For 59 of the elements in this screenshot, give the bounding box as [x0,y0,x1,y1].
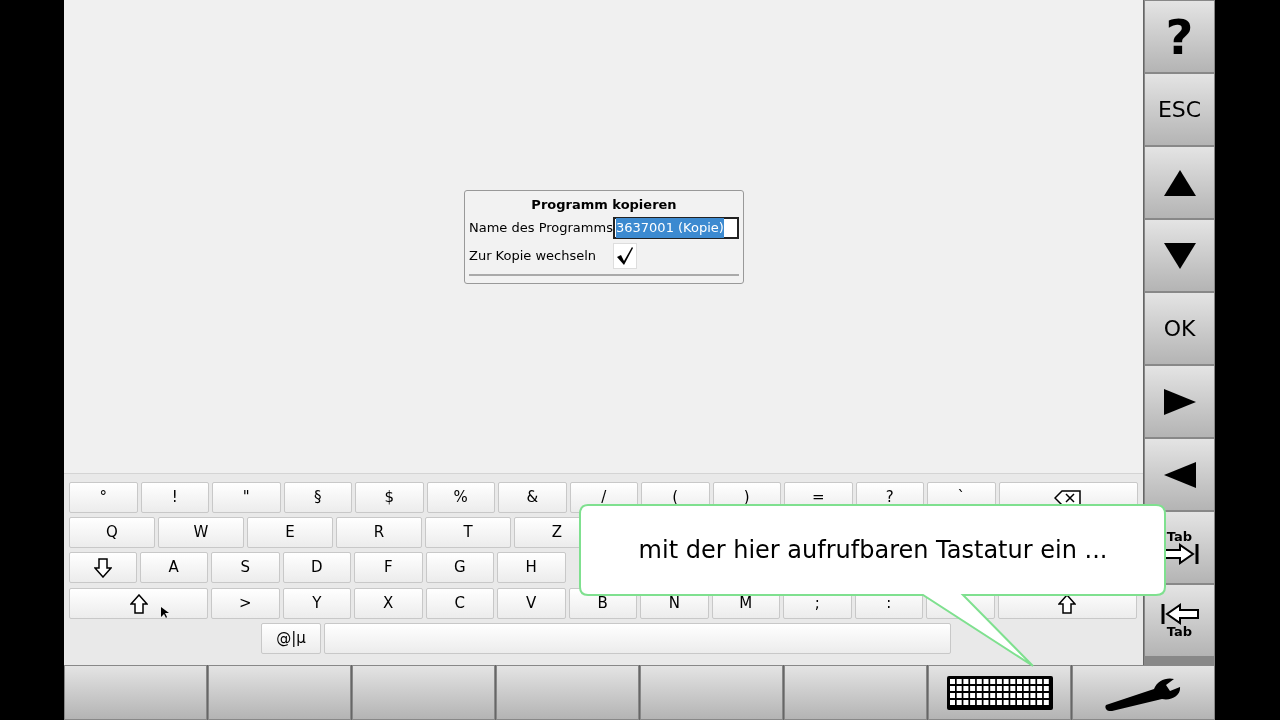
keyboard-icon [945,674,1054,711]
dialog-title: Programm kopieren [530,196,678,214]
keyboard-key[interactable]: D [282,552,351,583]
arrow-button[interactable] [1144,146,1215,219]
keyboard-key[interactable]: S [211,552,280,583]
keyboard-key[interactable]: ° [69,482,138,513]
callout-text: mit der hier aufrufbaren Tastatur ein ... [638,535,1108,566]
function-button[interactable] [352,665,495,720]
function-button[interactable] [496,665,639,720]
arrow-up-icon [129,593,148,614]
mouse-pointer-icon [161,607,169,619]
function-button[interactable] [640,665,783,720]
side-button[interactable]: ESC [1144,73,1215,146]
keyboard-key[interactable]: § [283,482,352,513]
keyboard-key[interactable]: X [354,588,423,619]
side-button[interactable]: ? [1144,0,1215,73]
arrow-button[interactable] [1144,365,1215,438]
caps-key[interactable] [69,552,137,583]
keyboard-key[interactable]: ! [140,482,209,513]
function-button[interactable] [208,665,351,720]
keyboard-key[interactable]: " [212,482,281,513]
tab-back-button[interactable]: Tab [1144,584,1215,657]
input-value: 3637001 (Kopie) [616,218,724,238]
keyboard-key[interactable]: > [211,588,280,619]
checkmark-icon [616,246,634,266]
triangle-down-icon [1161,240,1198,271]
backspace-icon [1054,489,1082,506]
keyboard-key[interactable]: H [497,552,566,583]
function-button[interactable] [64,665,207,720]
arrow-up-icon [1058,593,1076,614]
shift-key[interactable] [69,588,208,619]
triangle-right-icon [1161,386,1198,417]
arrow-down-icon [93,557,112,578]
tab-label: Tab [1166,625,1193,638]
keyboard-key[interactable]: A [139,552,208,583]
arrow-button[interactable] [1144,438,1215,511]
tab-arrow-left-icon [1159,603,1200,625]
name-input-field[interactable]: 3637001 (Kopie) [613,217,739,239]
field-label: Zur Kopie wechseln [469,247,598,266]
keyboard-key[interactable]: V [497,588,566,619]
keyboard-key[interactable]: E [247,517,333,548]
arrow-button[interactable] [1144,219,1215,292]
keyboard-key[interactable]: C [425,588,494,619]
keyboard-key[interactable]: T [425,517,511,548]
keyboard-key[interactable]: F [354,552,423,583]
keyboard-key[interactable]: Q [69,517,155,548]
keyboard-key[interactable]: R [336,517,422,548]
wrench-button[interactable] [1072,665,1215,720]
side-button[interactable]: OK [1144,292,1215,365]
tab-label: Tab [1166,530,1193,543]
keyboard-key[interactable]: W [158,517,244,548]
keyboard-button[interactable] [928,665,1071,720]
checkbox[interactable] [613,243,637,269]
keyboard-key[interactable]: Y [282,588,351,619]
keyboard-key[interactable]: $ [355,482,424,513]
keyboard-key[interactable]: G [425,552,494,583]
keyboard-key[interactable]: % [426,482,495,513]
keyboard-key[interactable]: @|µ [261,623,321,654]
keyboard-key[interactable]: & [498,482,567,513]
